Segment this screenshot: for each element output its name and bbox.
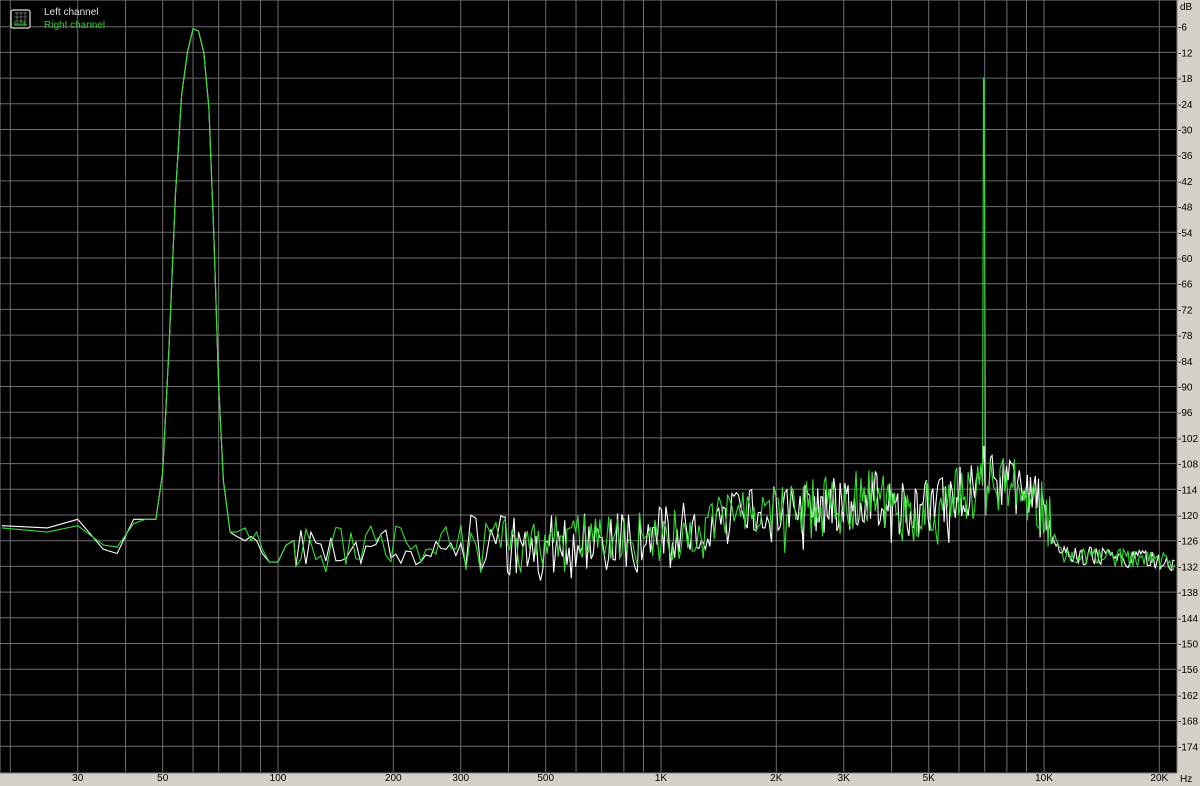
y-tick-label: -6	[1178, 23, 1187, 34]
spectrum-plot: dB -6 -12 -18 -24 -30 -36 -42 -48 -54 -60 -66 -72 -78…	[0, 0, 1200, 786]
y-tick-label: -36	[1178, 151, 1193, 162]
y-tick-label: -96	[1178, 408, 1193, 419]
y-tick-label: -138	[1178, 588, 1198, 599]
y-tick-label: -90	[1178, 383, 1193, 394]
y-tick-label: -48	[1178, 203, 1193, 214]
x-tick-label: 5K	[923, 773, 936, 784]
y-tick-label: -78	[1178, 331, 1193, 342]
y-tick-label: -102	[1178, 434, 1198, 445]
y-tick-label: -60	[1178, 254, 1193, 265]
y-tick-label: -72	[1178, 305, 1193, 316]
y-tick-label: -114	[1178, 485, 1198, 496]
x-unit-label: Hz	[1180, 774, 1192, 785]
x-tick-label: 30	[72, 773, 84, 784]
y-tick-label: -168	[1178, 717, 1198, 728]
legend-left-channel: Left channel	[44, 7, 99, 18]
y-tick-label: -30	[1178, 126, 1193, 137]
legend-right-channel: Right channel	[44, 20, 105, 31]
x-tick-label: 3K	[838, 773, 851, 784]
y-tick-label: -162	[1178, 691, 1198, 702]
y-tick-label: -12	[1178, 48, 1193, 59]
x-tick-label: 100	[270, 773, 287, 784]
y-tick-label: -42	[1178, 177, 1193, 188]
x-axis: 30 50 100 200 300 500 1K 2K 3K 5K 10K 20K Hz	[72, 773, 1192, 785]
y-tick-label: -174	[1178, 742, 1198, 753]
x-tick-label: 50	[157, 773, 169, 784]
x-tick-label: 1K	[655, 773, 668, 784]
y-tick-label: -120	[1178, 511, 1198, 522]
y-tick-label: -156	[1178, 665, 1198, 676]
y-tick-label: -126	[1178, 537, 1198, 548]
y-tick-label: -18	[1178, 74, 1193, 85]
y-tick-label: -54	[1178, 228, 1193, 239]
y-tick-label: -150	[1178, 640, 1198, 651]
legend-icon	[11, 10, 30, 28]
x-tick-label: 2K	[770, 773, 783, 784]
y-tick-label: -66	[1178, 280, 1193, 291]
x-tick-label: 10K	[1035, 773, 1053, 784]
y-unit-label: dB	[1180, 2, 1193, 13]
x-tick-label: 300	[452, 773, 469, 784]
spectrum-chart: dB -6 -12 -18 -24 -30 -36 -42 -48 -54 -60 -66 -72 -78…	[0, 0, 1200, 786]
y-tick-label: -84	[1178, 357, 1193, 368]
x-tick-label: 200	[385, 773, 402, 784]
y-tick-label: -132	[1178, 562, 1198, 573]
y-tick-label: -108	[1178, 460, 1198, 471]
y-axis: dB -6 -12 -18 -24 -30 -36 -42 -48 -54 -60 -66 -72 -78…	[1178, 2, 1198, 753]
x-tick-label: 20K	[1150, 773, 1168, 784]
x-tick-label: 500	[537, 773, 554, 784]
y-tick-label: -144	[1178, 614, 1198, 625]
y-tick-label: -24	[1178, 100, 1193, 111]
